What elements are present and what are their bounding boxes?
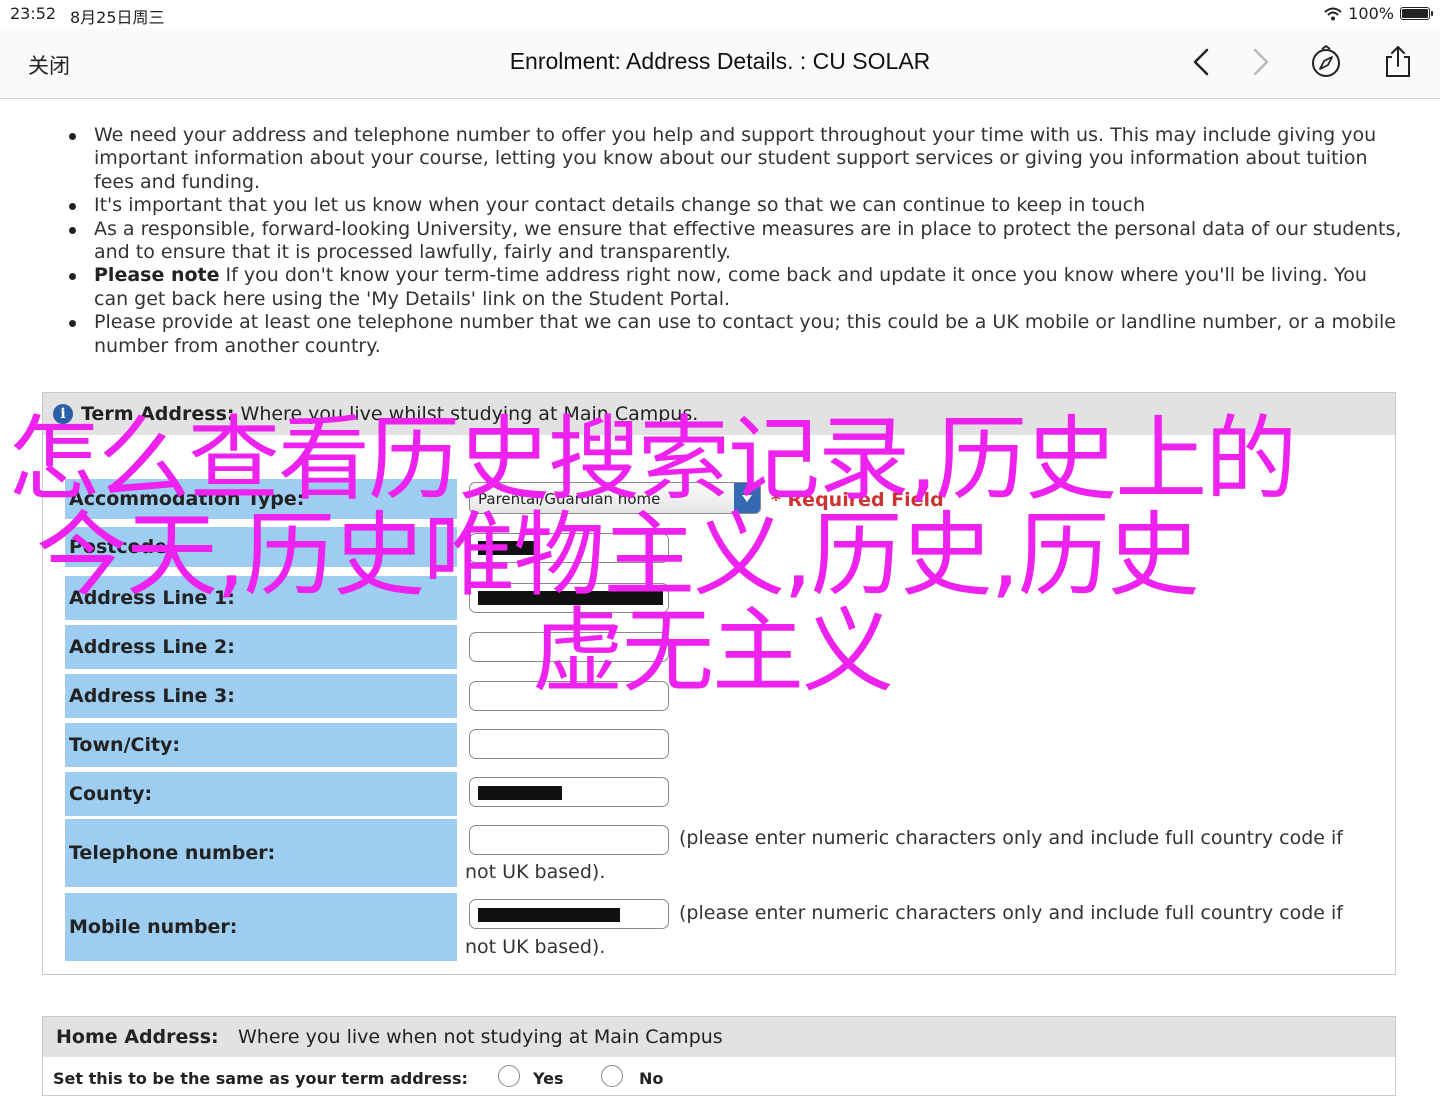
- same-yes-radio[interactable]: [498, 1065, 520, 1087]
- county-input[interactable]: [469, 777, 669, 807]
- town-city-input[interactable]: [469, 729, 669, 759]
- navigation-bar: 关闭 Enrolment: Address Details. : CU SOLA…: [0, 28, 1440, 99]
- info-bullet-list: We need your address and telephone numbe…: [69, 124, 1404, 358]
- term-address-panel: i Term Address: Where you live whilst st…: [42, 392, 1396, 975]
- town-city-label: Town/City:: [65, 723, 457, 767]
- status-bar: 23:52 8月25日周三 100%: [0, 0, 1440, 28]
- forward-icon[interactable]: [1242, 44, 1278, 80]
- required-field-note: * Required Field: [771, 489, 944, 511]
- bullet-item: It's important that you let us know when…: [69, 194, 1404, 217]
- bullet-item: Please note If you don't know your term-…: [69, 264, 1404, 311]
- status-date: 8月25日周三: [70, 8, 165, 27]
- address-line-3-label: Address Line 3:: [65, 674, 457, 718]
- home-address-panel: Home Address: Where you live when not st…: [42, 1016, 1396, 1096]
- term-address-heading: Term Address:: [81, 403, 235, 425]
- postcode-label: Postcode:: [65, 527, 457, 567]
- same-yes-label: Yes: [533, 1069, 564, 1088]
- status-time: 23:52: [10, 4, 57, 23]
- term-address-header: i Term Address: Where you live whilst st…: [43, 393, 1395, 435]
- telephone-label: Telephone number:: [65, 819, 457, 887]
- mobile-hint-cont: not UK based).: [465, 936, 606, 958]
- bullet-item: We need your address and telephone numbe…: [69, 124, 1404, 194]
- home-address-heading: Home Address:: [56, 1026, 219, 1048]
- telephone-hint-cont: not UK based).: [465, 861, 606, 883]
- info-icon[interactable]: i: [53, 404, 73, 424]
- compass-icon[interactable]: [1308, 44, 1344, 80]
- status-right: 100%: [1324, 4, 1433, 23]
- redacted-value: [478, 908, 620, 922]
- same-no-label: No: [639, 1069, 664, 1088]
- bullet-item: As a responsible, forward-looking Univer…: [69, 218, 1404, 265]
- accommodation-type-select[interactable]: Parental/Guardian home: [469, 482, 761, 514]
- mobile-hint: (please enter numeric characters only an…: [679, 902, 1343, 924]
- address-line-2-input[interactable]: [469, 632, 669, 662]
- bullet-item: Please provide at least one telephone nu…: [69, 311, 1404, 358]
- redacted-value: [478, 541, 536, 555]
- county-label: County:: [65, 772, 457, 816]
- redacted-value: [478, 786, 562, 800]
- back-icon[interactable]: [1184, 44, 1220, 80]
- battery-icon: [1400, 7, 1433, 20]
- battery-percent: 100%: [1348, 4, 1394, 23]
- postcode-input[interactable]: [469, 533, 669, 563]
- address-line-3-input[interactable]: [469, 681, 669, 711]
- page-title: Enrolment: Address Details. : CU SOLAR: [509, 48, 931, 74]
- term-address-description: Where you live whilst studying at Main C…: [240, 403, 699, 425]
- accommodation-type-value: Parental/Guardian home: [478, 490, 661, 508]
- same-as-term-label: Set this to be the same as your term add…: [53, 1069, 468, 1088]
- home-address-description: Where you live when not studying at Main…: [238, 1026, 723, 1048]
- telephone-input[interactable]: [469, 825, 669, 855]
- accommodation-type-label: Accommodation Type:: [65, 479, 457, 519]
- mobile-label: Mobile number:: [65, 893, 457, 961]
- home-address-header: Home Address: Where you live when not st…: [43, 1017, 1395, 1057]
- share-icon[interactable]: [1380, 44, 1416, 80]
- wifi-icon: [1324, 7, 1342, 20]
- mobile-input[interactable]: [469, 899, 669, 929]
- address-line-2-label: Address Line 2:: [65, 625, 457, 669]
- address-line-1-label: Address Line 1:: [65, 576, 457, 620]
- telephone-hint: (please enter numeric characters only an…: [679, 827, 1343, 849]
- chevron-down-icon: [734, 483, 760, 513]
- same-no-radio[interactable]: [601, 1065, 623, 1087]
- address-line-1-input[interactable]: [469, 583, 669, 613]
- redacted-value: [478, 591, 663, 605]
